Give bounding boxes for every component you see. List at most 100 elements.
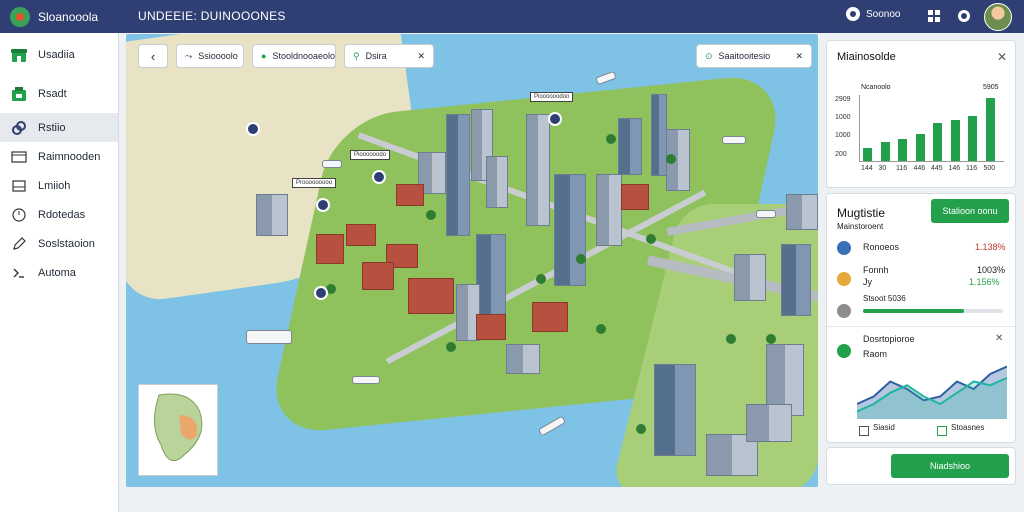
map-pin-icon[interactable] bbox=[316, 198, 330, 212]
map-building bbox=[596, 174, 622, 246]
x-tick: 144 bbox=[861, 165, 873, 172]
map-building bbox=[746, 404, 792, 442]
map-boat bbox=[722, 136, 746, 144]
user-icon bbox=[846, 7, 860, 21]
map-marker-label[interactable]: Pioooooodoo bbox=[530, 92, 574, 102]
footer-action-button[interactable]: Niadshioo bbox=[891, 454, 1009, 478]
x-tick: 30 bbox=[878, 165, 887, 172]
chip-label: Ssioooolo bbox=[198, 51, 238, 61]
sidebar-item-label: Automa bbox=[38, 266, 76, 279]
sidebar-item-label: Soslstaoion bbox=[38, 237, 95, 250]
terminal-icon bbox=[10, 264, 28, 282]
sidebar-item-label: Lmiioh bbox=[38, 179, 71, 192]
legend-label: Stoasnes bbox=[951, 423, 985, 432]
y-tick: 1000 bbox=[835, 114, 851, 121]
chip-label: Stooldnooaeolo bbox=[272, 51, 335, 61]
bar bbox=[933, 122, 942, 161]
x-tick: 445 bbox=[931, 165, 943, 172]
close-icon[interactable]: ✕ bbox=[417, 51, 425, 62]
sidebar-item-label: Usadiia bbox=[38, 48, 75, 61]
sidebar-item-1[interactable]: Rsadt bbox=[0, 74, 118, 113]
map-search[interactable]: ⊙ Saaitooitesio ✕ bbox=[696, 44, 812, 68]
row-2-icon bbox=[837, 304, 851, 318]
map-pin-icon[interactable] bbox=[372, 170, 386, 184]
map-chip-0[interactable]: ⤳ Ssioooolo bbox=[176, 44, 244, 68]
user-label: Soonoo bbox=[866, 8, 901, 20]
map-building bbox=[786, 194, 818, 230]
map-house bbox=[362, 262, 394, 290]
map-tree bbox=[636, 424, 646, 434]
sidebar-item-4[interactable]: Lmiioh bbox=[0, 171, 118, 200]
chart-panel-title: Miainosolde bbox=[837, 51, 896, 63]
map-boat bbox=[595, 70, 617, 86]
sidebar-item-6[interactable]: Soslstaoion bbox=[0, 229, 118, 258]
detail-action-button[interactable]: Stalioon oonu bbox=[931, 199, 1009, 223]
map-pin-icon[interactable] bbox=[548, 112, 562, 126]
x-tick: 146 bbox=[948, 165, 961, 172]
map-building bbox=[651, 94, 667, 176]
map-house bbox=[532, 302, 568, 332]
minimap-drawing bbox=[139, 385, 217, 475]
x-axis bbox=[859, 161, 1004, 162]
chip-label: Dsira bbox=[365, 51, 387, 61]
map-chip-1[interactable]: ● Stooldnooaeolo bbox=[252, 44, 336, 68]
chart-top-value: 5905 bbox=[983, 84, 999, 91]
progress-track bbox=[863, 309, 1003, 313]
map-building bbox=[476, 234, 506, 316]
map-tree bbox=[766, 334, 776, 344]
trend-chart bbox=[857, 365, 1007, 419]
help-icon[interactable] bbox=[956, 8, 972, 24]
close-icon[interactable]: ✕ bbox=[795, 51, 803, 62]
back-button[interactable]: ‹ bbox=[138, 44, 168, 68]
legend-checkbox[interactable] bbox=[859, 426, 869, 436]
close-icon[interactable]: ✕ bbox=[995, 333, 1003, 344]
map-house bbox=[476, 314, 506, 340]
bar bbox=[898, 139, 907, 161]
map-building bbox=[618, 118, 642, 175]
trend-subtitle: Raom bbox=[863, 349, 888, 359]
bar bbox=[880, 142, 890, 161]
legend-checkbox[interactable] bbox=[937, 426, 947, 436]
user-menu[interactable]: Soonoo bbox=[846, 7, 900, 21]
bar bbox=[863, 148, 872, 161]
map-pin-icon[interactable] bbox=[246, 122, 260, 136]
y-tick: 200 bbox=[835, 151, 847, 158]
map-marker-label[interactable]: Prooooooooo bbox=[292, 178, 337, 188]
tray-icon bbox=[10, 177, 28, 195]
grid-icon[interactable] bbox=[926, 8, 942, 24]
footer-panel: Niadshioo bbox=[826, 447, 1016, 485]
sidebar-item-3[interactable]: Raimnooden bbox=[0, 142, 118, 171]
clock-icon bbox=[10, 206, 28, 224]
x-tick: 446 bbox=[913, 165, 926, 172]
avatar[interactable] bbox=[984, 3, 1012, 31]
map-house bbox=[316, 234, 344, 264]
y-tick: 2909 bbox=[835, 96, 851, 103]
map-pin-icon[interactable] bbox=[314, 286, 328, 300]
map-tree bbox=[606, 134, 616, 144]
map-tree bbox=[446, 342, 456, 352]
chevron-left-icon: ‹ bbox=[150, 48, 156, 64]
map-chip-2[interactable]: ⚲ Dsira ✕ bbox=[344, 44, 434, 68]
row-2-label: Stsoot 5036 bbox=[863, 294, 906, 303]
sidebar-item-2[interactable]: Rstiio bbox=[0, 113, 118, 142]
map-tree bbox=[576, 254, 586, 264]
close-icon[interactable]: ✕ bbox=[997, 50, 1007, 64]
sidebar-item-5[interactable]: Rdotedas bbox=[0, 200, 118, 229]
row-0-value: 1.138% bbox=[975, 242, 1006, 252]
sidebar-item-7[interactable]: Automa bbox=[0, 258, 118, 287]
minimap[interactable] bbox=[138, 384, 218, 476]
map-tree bbox=[596, 324, 606, 334]
bar bbox=[968, 116, 977, 161]
pencil-icon bbox=[10, 235, 28, 253]
map-view[interactable]: Pioooooodoo Pioooooodo Prooooooooo ‹ ⤳ S… bbox=[126, 34, 818, 487]
sidebar: Sloanooola Usadiia Rsadt Rstiio Raimnood… bbox=[0, 0, 119, 512]
map-ship bbox=[246, 330, 292, 344]
brand[interactable]: Sloanooola bbox=[0, 0, 118, 33]
bar bbox=[950, 120, 960, 161]
sidebar-item-0[interactable]: Usadiia bbox=[0, 35, 118, 74]
link-icon bbox=[10, 119, 28, 137]
map-boat bbox=[756, 210, 776, 218]
map-marker-label[interactable]: Pioooooodo bbox=[350, 150, 391, 160]
map-tree bbox=[666, 154, 676, 164]
row-1-value: 1003% bbox=[977, 265, 1006, 275]
